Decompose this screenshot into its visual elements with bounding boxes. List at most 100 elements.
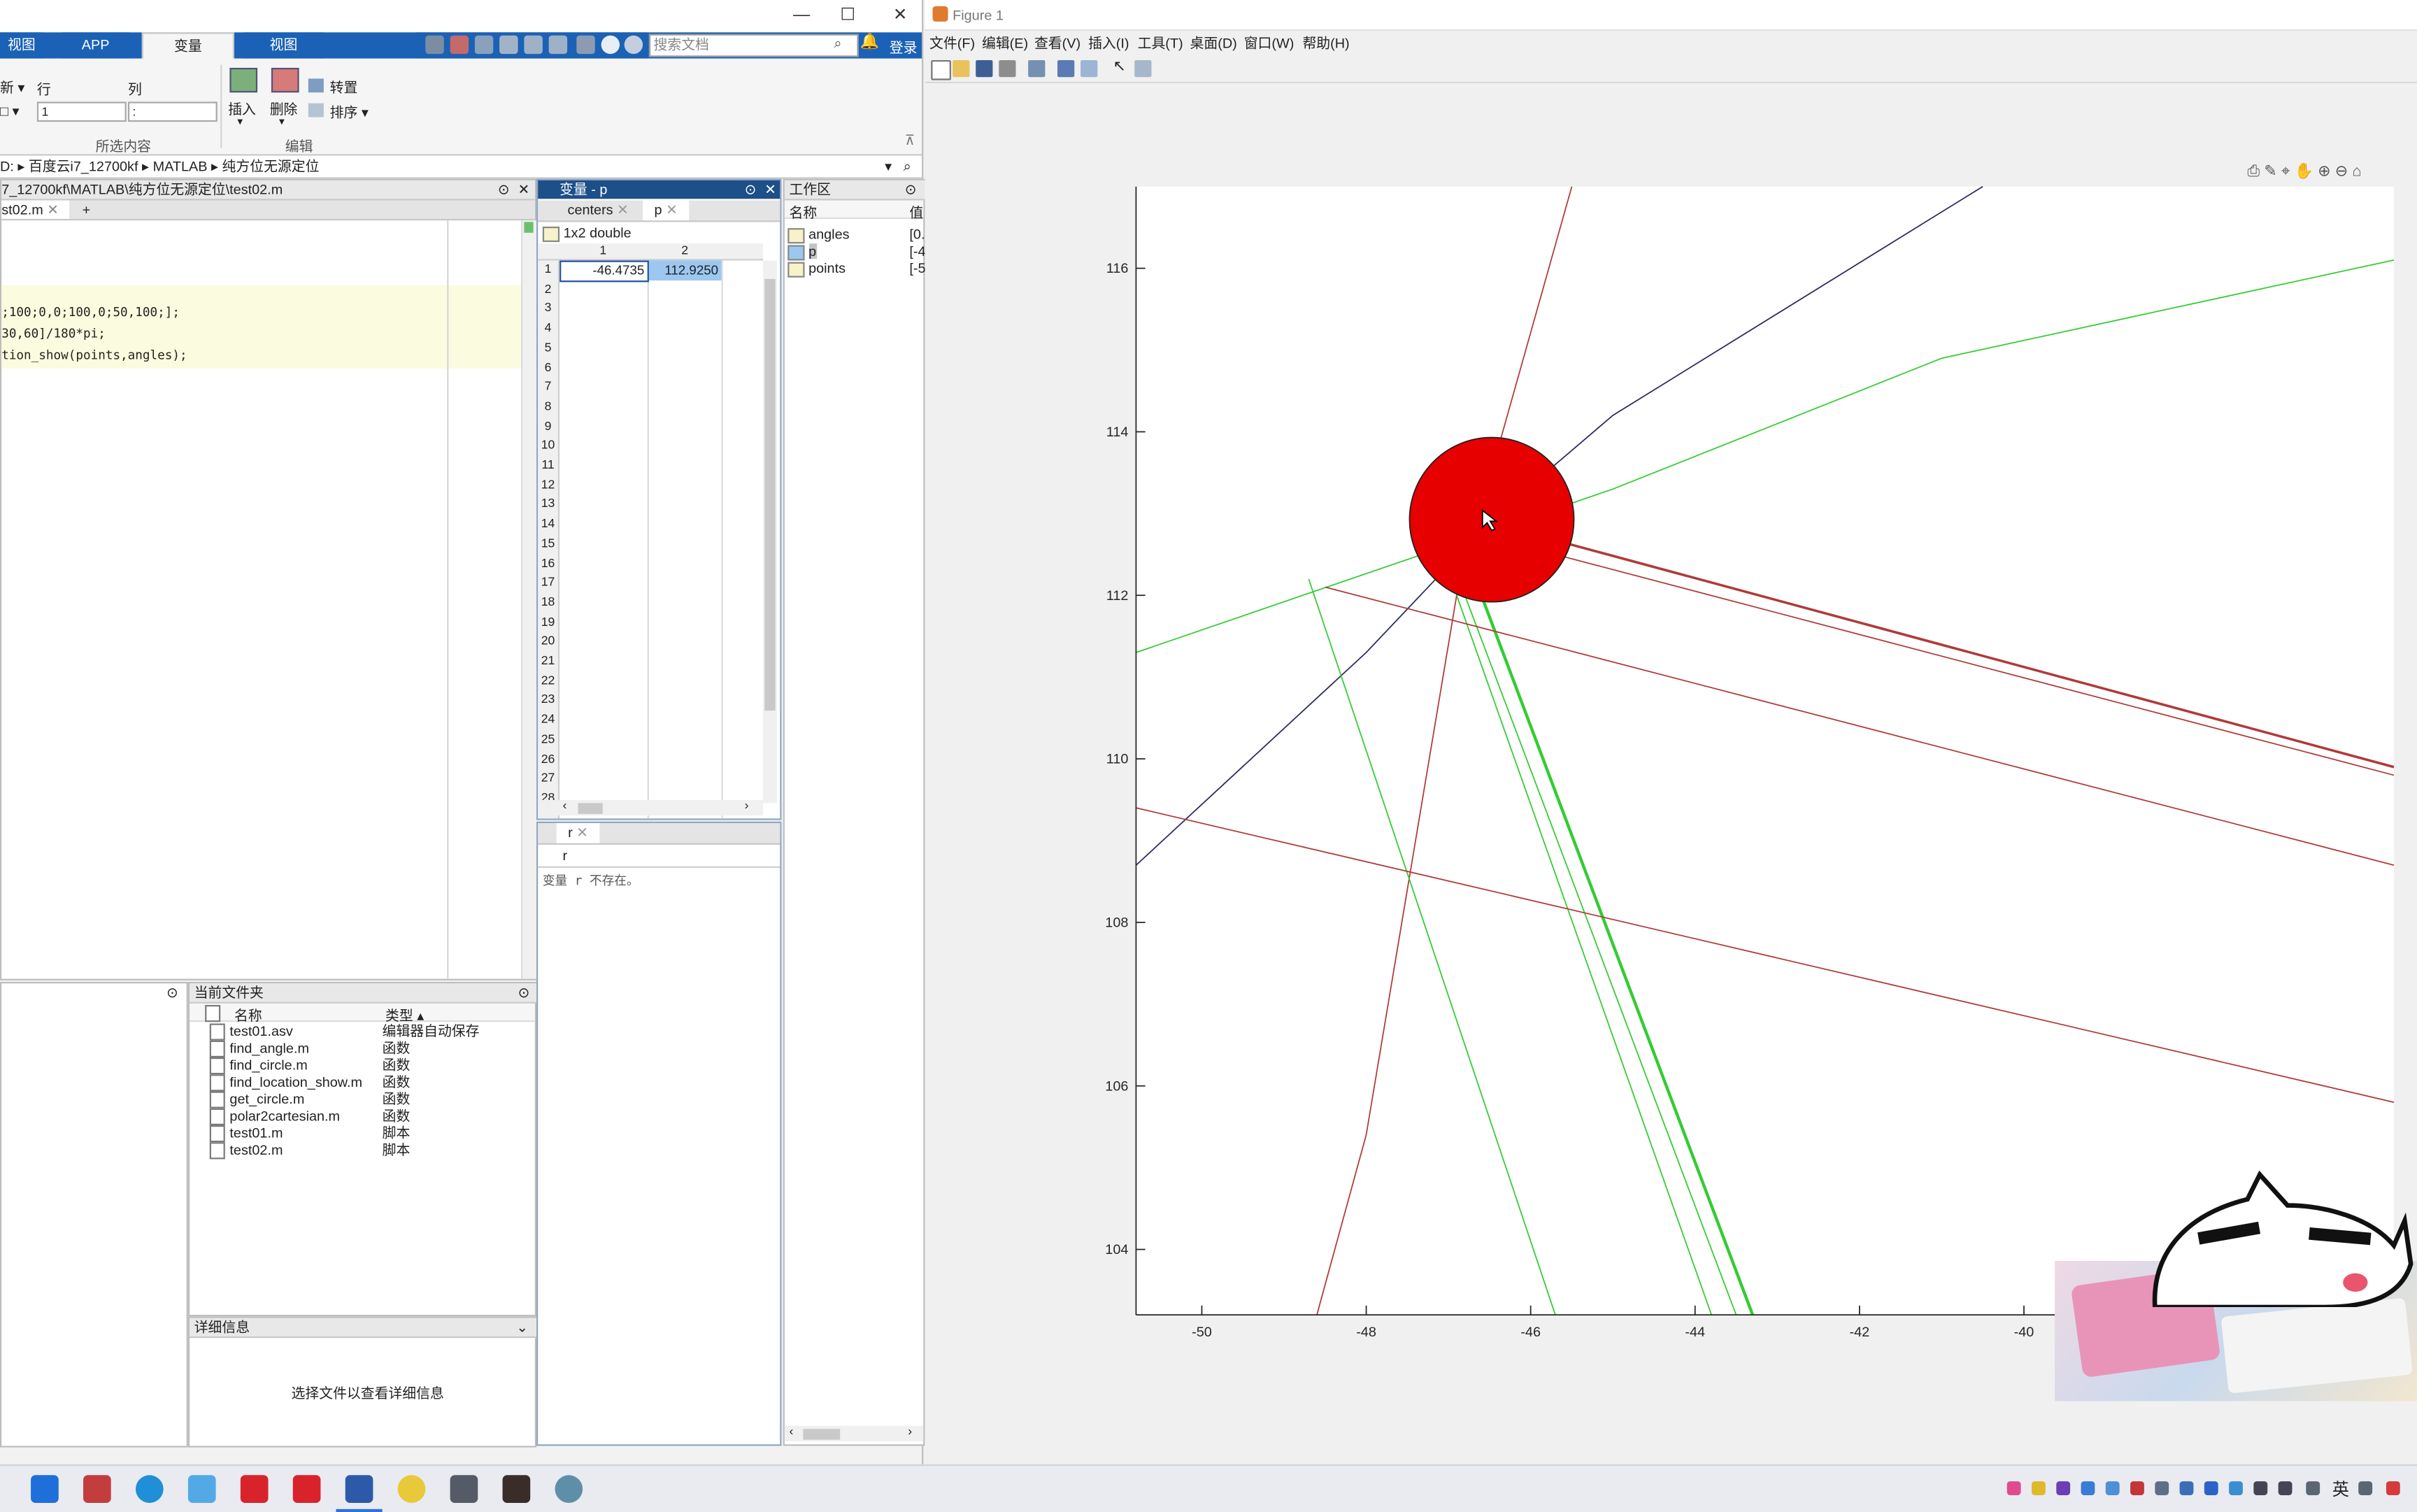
- bell-icon[interactable]: 🔔: [860, 34, 879, 50]
- app-icon[interactable]: [83, 1475, 111, 1503]
- minimize-button[interactable]: —: [783, 3, 820, 27]
- colorbar-icon[interactable]: [1057, 59, 1075, 78]
- zoom-in-icon[interactable]: ⊕: [2318, 164, 2330, 180]
- vertical-scrollbar[interactable]: [763, 260, 777, 804]
- panel-menu-icon[interactable]: ⊙: [905, 182, 917, 199]
- ime-mode-icon[interactable]: [2306, 1481, 2320, 1495]
- app-icon[interactable]: [502, 1475, 531, 1503]
- search-input[interactable]: 搜索文档: [648, 34, 859, 57]
- row-number[interactable]: 17: [538, 576, 558, 590]
- row-number[interactable]: 9: [538, 419, 558, 433]
- table-row[interactable]: p [-4: [787, 243, 926, 260]
- row-number[interactable]: 3: [538, 301, 558, 315]
- table-row[interactable]: points [-5: [787, 260, 926, 277]
- breadcrumb-item[interactable]: MATLAB: [153, 159, 208, 174]
- tab-r[interactable]: r ✕: [556, 822, 600, 843]
- column-value[interactable]: 值: [909, 202, 923, 222]
- close-tab-icon[interactable]: ✕: [666, 202, 678, 217]
- close-tab-icon[interactable]: ✕: [617, 202, 629, 217]
- close-button[interactable]: ✕: [882, 3, 919, 27]
- tray-icon[interactable]: [2056, 1481, 2071, 1495]
- row-number[interactable]: 2: [538, 282, 558, 296]
- close-tab-icon[interactable]: ✕: [47, 202, 59, 217]
- tab-app[interactable]: APP: [62, 32, 130, 59]
- export-icon[interactable]: ⎙: [2248, 164, 2260, 180]
- brush-icon[interactable]: ✎: [2264, 164, 2276, 180]
- tab-centers[interactable]: centers ✕: [557, 201, 640, 221]
- row-number[interactable]: 15: [538, 536, 558, 550]
- row-number[interactable]: 16: [538, 556, 558, 570]
- add-tab-button[interactable]: +: [76, 201, 97, 219]
- panel-menu-icon[interactable]: ⊙: [166, 985, 178, 1001]
- editor-scrollbar[interactable]: [520, 220, 537, 979]
- link-plot-icon[interactable]: [1028, 59, 1046, 78]
- help-icon[interactable]: [601, 35, 620, 55]
- transpose-button[interactable]: 转置: [330, 77, 358, 97]
- undo-icon[interactable]: [524, 35, 543, 55]
- column-name[interactable]: 名称: [234, 1005, 262, 1025]
- open-dropdown[interactable]: □ ▾: [0, 104, 19, 120]
- scroll-thumb[interactable]: [803, 1429, 841, 1440]
- row-number[interactable]: 13: [538, 497, 558, 511]
- code-line[interactable]: tion_show(points,angles);: [1, 348, 187, 362]
- menu-file[interactable]: 文件(F): [929, 31, 975, 55]
- menu-desktop[interactable]: 桌面(D): [1190, 31, 1237, 55]
- row-number[interactable]: 23: [538, 692, 558, 706]
- datatip-icon[interactable]: ⌖: [2281, 164, 2290, 180]
- table-cell[interactable]: 112.9250: [649, 262, 718, 278]
- menu-window[interactable]: 窗口(W): [1244, 31, 1295, 55]
- row-number[interactable]: 12: [538, 478, 558, 492]
- wps-icon[interactable]: [292, 1475, 321, 1503]
- list-item[interactable]: get_circle.m 函数: [209, 1091, 534, 1109]
- app-icon[interactable]: [450, 1475, 478, 1503]
- scroll-right-icon[interactable]: ›: [745, 799, 749, 813]
- panel-menu-icon[interactable]: ⊙: [518, 985, 530, 1001]
- command-window[interactable]: ⊙: [0, 982, 188, 1448]
- pan-icon[interactable]: ✋: [2295, 164, 2313, 180]
- tray-icon[interactable]: [2130, 1481, 2144, 1495]
- bluetooth-icon[interactable]: [2204, 1481, 2218, 1495]
- insert-dropdown-icon[interactable]: ▾: [237, 115, 243, 128]
- community-icon[interactable]: [624, 35, 643, 55]
- cut-icon[interactable]: [450, 35, 469, 55]
- zoom-out-icon[interactable]: ⊖: [2335, 164, 2348, 180]
- row-number[interactable]: 26: [538, 751, 558, 765]
- row-number[interactable]: 6: [538, 360, 558, 374]
- volume-icon[interactable]: [2278, 1481, 2293, 1495]
- pointer-icon[interactable]: ↖: [1113, 59, 1125, 76]
- table-cell[interactable]: -46.4735: [559, 262, 644, 278]
- address-bar[interactable]: D: ▸ 百度云i7_12700kf ▸ MATLAB ▸ 纯方位无源定位 ▾ …: [0, 155, 922, 179]
- tray-icon[interactable]: [2081, 1481, 2095, 1495]
- switch-windows-icon[interactable]: [576, 35, 595, 55]
- scroll-right-icon[interactable]: ›: [908, 1425, 912, 1439]
- new-dropdown[interactable]: 新 ▾: [0, 77, 24, 97]
- matlab-icon[interactable]: [345, 1475, 373, 1503]
- code-analyzer-indicator[interactable]: [524, 222, 534, 233]
- list-item[interactable]: find_angle.m 函数: [209, 1041, 534, 1058]
- close-icon[interactable]: ✕: [764, 180, 776, 199]
- row-number[interactable]: 25: [538, 732, 558, 746]
- editor-close-icon[interactable]: ✕: [518, 180, 530, 199]
- ime-language-indicator[interactable]: 英: [2332, 1477, 2349, 1502]
- breadcrumb-item[interactable]: 百度云i7_12700kf: [29, 159, 138, 174]
- notification-icon[interactable]: [2386, 1481, 2400, 1495]
- menu-edit[interactable]: 编辑(E): [982, 31, 1028, 55]
- table-row[interactable]: angles [0.: [787, 227, 925, 243]
- save-icon[interactable]: [425, 35, 444, 55]
- address-search-icon[interactable]: ⌕: [904, 156, 911, 178]
- tab-test02[interactable]: st02.m ✕: [1, 200, 70, 219]
- row-number[interactable]: 7: [538, 380, 558, 394]
- list-item[interactable]: test01.m 脚本: [209, 1125, 534, 1143]
- row-number[interactable]: 11: [538, 458, 558, 472]
- row-number[interactable]: 21: [538, 654, 558, 668]
- column-name[interactable]: 名称: [789, 202, 817, 222]
- scroll-thumb[interactable]: [578, 803, 603, 814]
- row-number[interactable]: 1: [538, 262, 558, 276]
- row-number[interactable]: 22: [538, 673, 558, 687]
- new-figure-icon[interactable]: [931, 59, 951, 80]
- horizontal-scrollbar[interactable]: ‹ ›: [784, 1425, 924, 1441]
- menu-help[interactable]: 帮助(H): [1302, 31, 1349, 55]
- row-number[interactable]: 19: [538, 615, 558, 629]
- plot-axes[interactable]: -50 -48 -46 -44 -42 -40 104 106 108 110 112 114 116: [1105, 185, 2395, 1340]
- app-icon[interactable]: [555, 1475, 583, 1503]
